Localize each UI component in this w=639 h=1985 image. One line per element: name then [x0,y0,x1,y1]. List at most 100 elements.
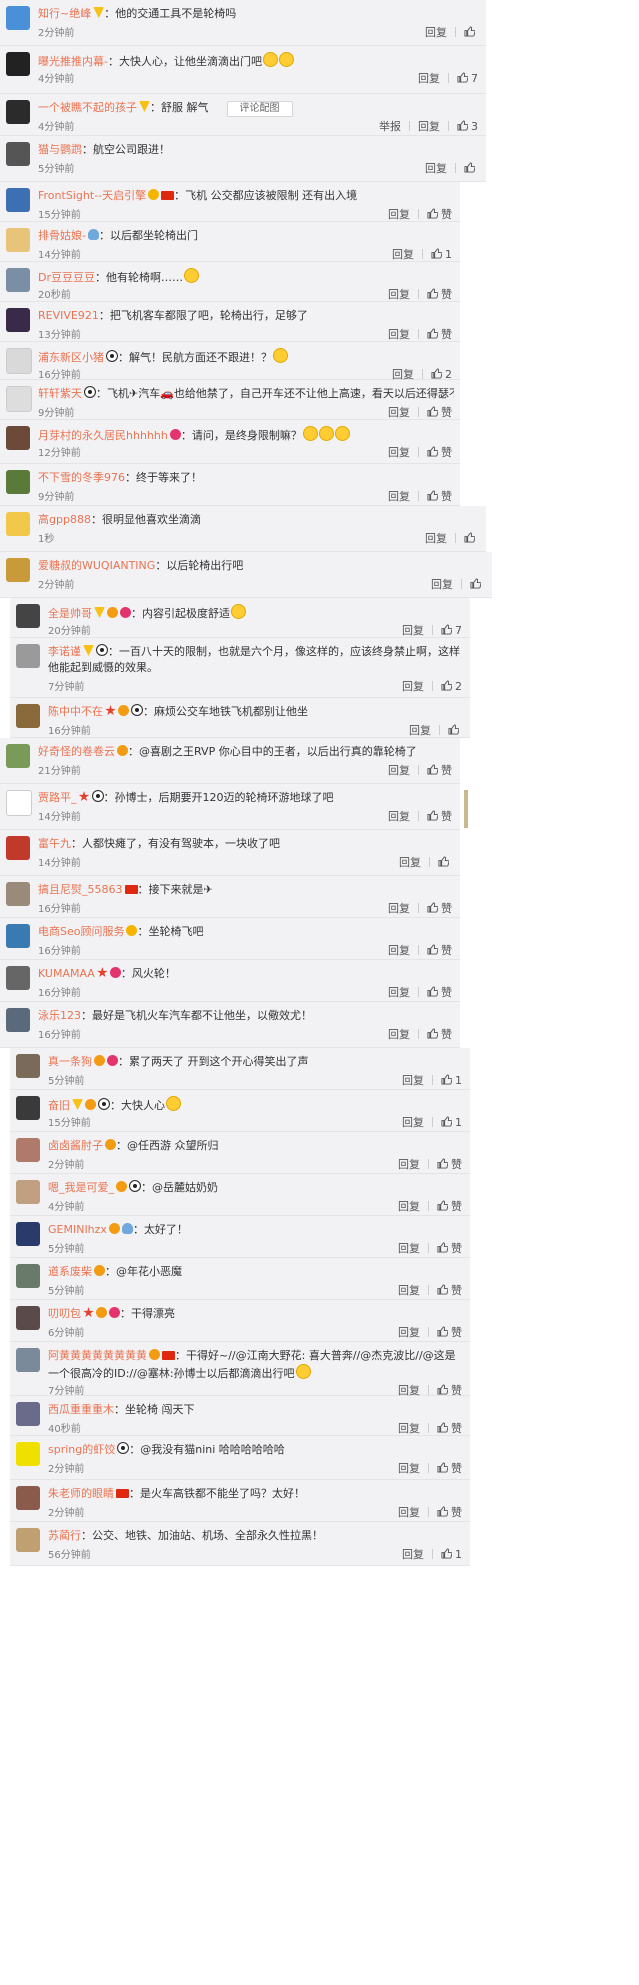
comment-username[interactable]: 一个被瞧不起的孩子 [38,101,137,114]
comment-username[interactable]: 排骨姑娘- [38,229,86,242]
comment-username[interactable]: FrontSight--天启引擎 [38,189,146,202]
comment-username[interactable]: 阿黄黄黄黄黄黄黄黄 [48,1349,147,1362]
comment-username[interactable]: 贾路平_ [38,791,77,804]
reply-button[interactable]: 回复 [398,1504,420,1520]
like-button[interactable]: 赞 [437,1240,462,1256]
avatar[interactable] [16,1222,40,1246]
comment-username[interactable]: 轩轩紫天 [38,387,82,400]
avatar[interactable] [6,308,30,332]
like-button[interactable]: 1 [441,1116,462,1129]
comment-username[interactable]: 嗯_我是可爱_ [48,1181,114,1194]
comment-username[interactable]: 陈中中不在 [48,705,103,718]
comment-username[interactable]: 苏蔺行 [48,1529,81,1542]
comment-username[interactable]: 奋旧 [48,1099,70,1112]
comment-username[interactable]: 全是帅哥 [48,607,92,620]
reply-button[interactable]: 回复 [398,1240,420,1256]
comment-username[interactable]: 泳乐123 [38,1009,81,1022]
comment-username[interactable]: 浦东新区小猪 [38,351,104,364]
reply-button[interactable]: 回复 [388,488,410,504]
reply-button[interactable]: 回复 [388,808,410,824]
like-button[interactable]: 赞 [427,326,452,342]
comment-username[interactable]: 富午九 [38,837,71,850]
avatar[interactable] [6,268,30,292]
like-button[interactable]: 赞 [427,444,452,460]
comment-username[interactable]: 西瓜重重重木 [48,1403,114,1416]
like-button[interactable]: 1 [431,248,452,261]
avatar[interactable] [16,704,40,728]
reply-button[interactable]: 回复 [388,206,410,222]
reply-button[interactable]: 回复 [388,404,410,420]
reply-button[interactable]: 回复 [398,1460,420,1476]
reply-button[interactable]: 回复 [402,1114,424,1130]
reply-button[interactable]: 回复 [388,942,410,958]
comment-username[interactable]: Dr豆豆豆豆 [38,271,95,284]
reply-button[interactable]: 回复 [388,900,410,916]
like-button[interactable]: 赞 [427,900,452,916]
comment-username[interactable]: 不下雪的冬季976 [38,471,125,484]
avatar[interactable] [16,644,40,668]
comment-username[interactable]: 电商Seo顾问服务 [38,925,124,938]
avatar[interactable] [6,790,32,816]
comment-username[interactable]: KUMAMAA [38,967,95,980]
comment-username[interactable]: spring的虾饺 [48,1443,115,1456]
avatar[interactable] [16,1096,40,1120]
reply-button[interactable]: 回复 [425,530,447,546]
reply-button[interactable]: 回复 [398,1324,420,1340]
comment-username[interactable]: 月芽村的永久居民hhhhhh [38,429,168,442]
like-button[interactable] [464,161,478,175]
reply-button[interactable]: 回复 [399,854,421,870]
comment-username[interactable]: 叨叨包 [48,1307,81,1320]
like-button[interactable]: 7 [441,624,462,637]
reply-button[interactable]: 回复 [409,722,431,738]
like-button[interactable] [464,25,478,39]
like-button[interactable]: 赞 [437,1460,462,1476]
like-button[interactable] [464,531,478,545]
like-button[interactable]: 赞 [427,1026,452,1042]
reply-button[interactable]: 回复 [402,678,424,694]
like-button[interactable]: 赞 [437,1156,462,1172]
like-button[interactable]: 赞 [437,1282,462,1298]
like-button[interactable]: 1 [441,1548,462,1561]
avatar[interactable] [6,836,30,860]
like-button[interactable]: 赞 [427,488,452,504]
avatar[interactable] [6,1008,30,1032]
avatar[interactable] [6,470,30,494]
avatar[interactable] [6,100,30,124]
reply-button[interactable]: 回复 [402,1072,424,1088]
reply-button[interactable]: 回复 [418,118,440,134]
avatar[interactable] [6,348,32,374]
like-button[interactable]: 赞 [437,1324,462,1340]
report-link[interactable]: 举报 [379,118,401,134]
comment-username[interactable]: 朱老师的眼睛 [48,1487,114,1500]
like-button[interactable]: 赞 [427,808,452,824]
avatar[interactable] [6,924,30,948]
like-button[interactable] [470,577,484,591]
avatar[interactable] [6,142,30,166]
comment-username[interactable]: 搞且尼熨_55863 [38,883,123,896]
avatar[interactable] [6,966,30,990]
like-button[interactable]: 赞 [427,404,452,420]
reply-button[interactable]: 回复 [398,1156,420,1172]
like-button[interactable] [438,855,452,869]
reply-button[interactable]: 回复 [388,762,410,778]
reply-button[interactable]: 回复 [388,1026,410,1042]
comment-username[interactable]: 道系废柴 [48,1265,92,1278]
avatar[interactable] [16,1180,40,1204]
like-button[interactable]: 赞 [427,206,452,222]
like-button[interactable] [448,723,462,737]
avatar[interactable] [6,882,30,906]
avatar[interactable] [16,604,40,628]
avatar[interactable] [16,1528,40,1552]
avatar[interactable] [6,426,30,450]
reply-button[interactable]: 回复 [431,576,453,592]
avatar[interactable] [16,1486,40,1510]
avatar[interactable] [16,1306,40,1330]
view-image-button[interactable]: 评论配图 [226,101,293,117]
avatar[interactable] [16,1054,40,1078]
like-button[interactable]: 3 [457,120,478,133]
comment-username[interactable]: 爱糖叔的WUQIANTING [38,559,155,572]
like-button[interactable]: 赞 [427,762,452,778]
avatar[interactable] [16,1264,40,1288]
reply-button[interactable]: 回复 [388,444,410,460]
avatar[interactable] [16,1138,40,1162]
